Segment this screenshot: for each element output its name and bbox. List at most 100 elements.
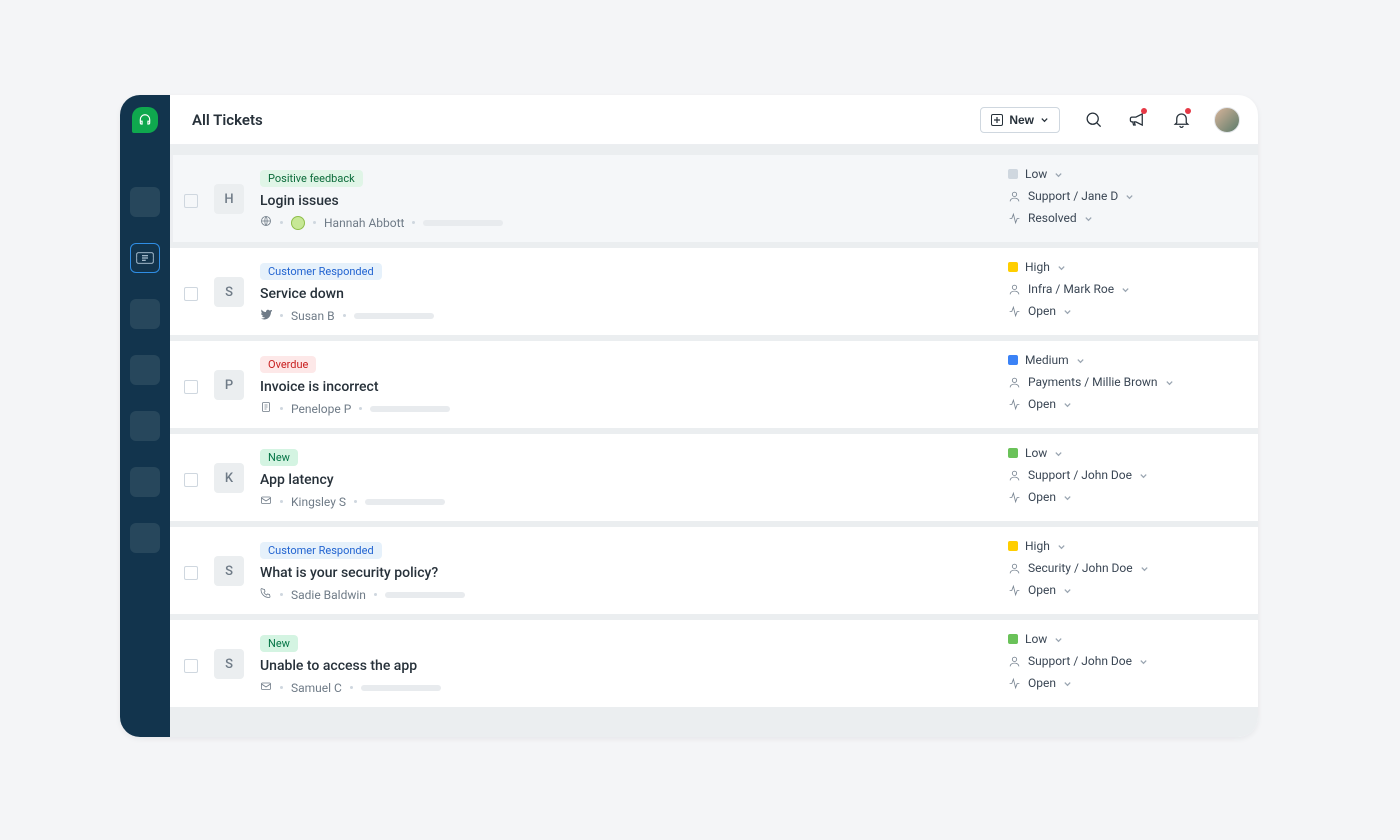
ticket-row[interactable]: H Positive feedback Login issues Hannah … [170, 155, 1258, 242]
status-dropdown[interactable]: Open [1008, 676, 1238, 690]
requester-name: Samuel C [291, 681, 342, 695]
notifications-button[interactable] [1170, 109, 1192, 131]
ticket-row[interactable]: K New App latency Kingsley S Low Support… [170, 434, 1258, 521]
requester-avatar: S [214, 649, 244, 679]
ticket-tag: Customer Responded [260, 542, 382, 559]
person-icon [1008, 376, 1021, 389]
app-logo[interactable] [132, 107, 158, 133]
announcements-button[interactable] [1126, 109, 1148, 131]
meta-placeholder [370, 406, 450, 412]
ticket-checkbox[interactable] [184, 194, 198, 208]
priority-label: Low [1025, 632, 1047, 646]
activity-icon [1008, 677, 1021, 690]
status-label: Open [1028, 397, 1056, 411]
priority-dropdown[interactable]: High [1008, 260, 1238, 274]
ticket-row[interactable]: S New Unable to access the app Samuel C … [170, 620, 1258, 707]
ticket-checkbox[interactable] [184, 566, 198, 580]
assignee-dropdown[interactable]: Infra / Mark Roe [1008, 282, 1238, 296]
status-label: Resolved [1028, 211, 1077, 225]
priority-dropdown[interactable]: Low [1008, 446, 1238, 460]
assignee-dropdown[interactable]: Payments / Millie Brown [1008, 375, 1238, 389]
new-button-label: New [1009, 113, 1034, 127]
sidebar-nav-6[interactable] [130, 467, 160, 497]
assignee-label: Security / John Doe [1028, 561, 1133, 575]
assignee-dropdown[interactable]: Support / John Doe [1008, 654, 1238, 668]
assignee-dropdown[interactable]: Support / Jane D [1008, 189, 1238, 203]
search-button[interactable] [1082, 109, 1104, 131]
channel-icon [260, 308, 272, 323]
channel-icon [260, 401, 272, 416]
ticket-subject[interactable]: App latency [260, 472, 1008, 488]
ticket-checkbox[interactable] [184, 659, 198, 673]
ticket-row[interactable]: P Overdue Invoice is incorrect Penelope … [170, 341, 1258, 428]
assignee-dropdown[interactable]: Support / John Doe [1008, 468, 1238, 482]
assignee-label: Support / Jane D [1028, 189, 1118, 203]
page-title: All Tickets [192, 111, 263, 129]
ticket-row[interactable]: S Customer Responded What is your securi… [170, 527, 1258, 614]
status-dropdown[interactable]: Open [1008, 583, 1238, 597]
priority-swatch [1008, 262, 1018, 272]
ticket-subject[interactable]: Login issues [260, 193, 1008, 209]
sidebar-nav-dashboard[interactable] [130, 187, 160, 217]
main-area: All Tickets New H Posit [170, 95, 1258, 737]
priority-swatch [1008, 634, 1018, 644]
status-dropdown[interactable]: Open [1008, 304, 1238, 318]
meta-placeholder [385, 592, 465, 598]
priority-label: Low [1025, 167, 1047, 181]
priority-swatch [1008, 355, 1018, 365]
requester-name: Sadie Baldwin [291, 588, 366, 602]
activity-icon [1008, 398, 1021, 411]
priority-dropdown[interactable]: Low [1008, 167, 1238, 181]
sidebar-nav-3[interactable] [130, 299, 160, 329]
sidebar-nav-tickets[interactable] [130, 243, 160, 273]
sentiment-icon [291, 216, 305, 230]
ticket-checkbox[interactable] [184, 473, 198, 487]
chevron-down-icon [1040, 115, 1049, 124]
priority-dropdown[interactable]: High [1008, 539, 1238, 553]
requester-name: Susan B [291, 309, 335, 323]
ticket-subject[interactable]: What is your security policy? [260, 565, 1008, 581]
priority-label: Low [1025, 446, 1047, 460]
plus-icon [991, 114, 1003, 126]
ticket-checkbox[interactable] [184, 287, 198, 301]
ticket-tag: Customer Responded [260, 263, 382, 280]
requester-avatar: H [214, 184, 244, 214]
priority-dropdown[interactable]: Medium [1008, 353, 1238, 367]
ticket-subject[interactable]: Service down [260, 286, 1008, 302]
channel-icon [260, 494, 272, 509]
ticket-subject[interactable]: Invoice is incorrect [260, 379, 1008, 395]
person-icon [1008, 469, 1021, 482]
channel-icon [260, 680, 272, 695]
assignee-label: Support / John Doe [1028, 468, 1132, 482]
meta-placeholder [361, 685, 441, 691]
status-dropdown[interactable]: Open [1008, 397, 1238, 411]
profile-avatar[interactable] [1214, 107, 1240, 133]
new-button[interactable]: New [980, 107, 1060, 133]
ticket-tag: Positive feedback [260, 170, 363, 187]
ticket-tag: New [260, 635, 298, 652]
sidebar-nav-4[interactable] [130, 355, 160, 385]
sidebar-nav-5[interactable] [130, 411, 160, 441]
assignee-label: Infra / Mark Roe [1028, 282, 1114, 296]
ticket-checkbox[interactable] [184, 380, 198, 394]
person-icon [1008, 190, 1021, 203]
ticket-row[interactable]: S Customer Responded Service down Susan … [170, 248, 1258, 335]
meta-placeholder [354, 313, 434, 319]
status-dropdown[interactable]: Open [1008, 490, 1238, 504]
person-icon [1008, 283, 1021, 296]
channel-icon [260, 587, 272, 602]
requester-avatar: K [214, 463, 244, 493]
ticket-subject[interactable]: Unable to access the app [260, 658, 1008, 674]
requester-avatar: P [214, 370, 244, 400]
sidebar-nav-7[interactable] [130, 523, 160, 553]
ticket-list: H Positive feedback Login issues Hannah … [170, 145, 1258, 737]
requester-avatar: S [214, 277, 244, 307]
status-dropdown[interactable]: Resolved [1008, 211, 1238, 225]
person-icon [1008, 655, 1021, 668]
activity-icon [1008, 305, 1021, 318]
requester-name: Penelope P [291, 402, 351, 416]
assignee-dropdown[interactable]: Security / John Doe [1008, 561, 1238, 575]
status-label: Open [1028, 583, 1056, 597]
assignee-label: Support / John Doe [1028, 654, 1132, 668]
priority-dropdown[interactable]: Low [1008, 632, 1238, 646]
